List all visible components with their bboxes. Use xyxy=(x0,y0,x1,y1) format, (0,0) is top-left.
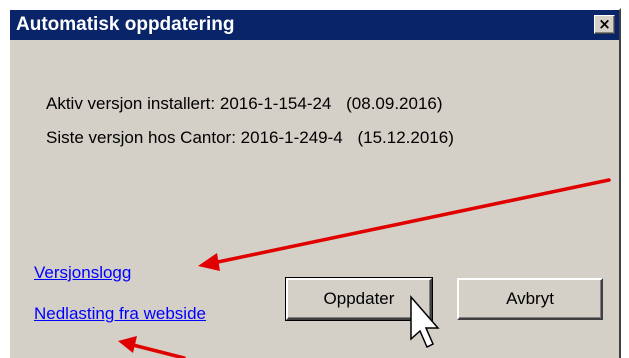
installed-version-line: Aktiv versjon installert: 2016-1-154-24 … xyxy=(46,94,443,114)
latest-version-date: (15.12.2016) xyxy=(357,128,454,147)
version-log-link[interactable]: Versjonslogg xyxy=(34,263,131,283)
installed-version-label: Aktiv versjon installert: xyxy=(46,94,216,113)
installed-version-value: 2016-1-154-24 xyxy=(219,94,332,113)
update-button[interactable]: Oppdater xyxy=(285,277,433,321)
update-dialog: Automatisk oppdatering × Aktiv versjon i… xyxy=(8,8,621,358)
window-title: Automatisk oppdatering xyxy=(16,14,235,35)
installed-version-date: (08.09.2016) xyxy=(346,94,443,113)
download-webpage-link[interactable]: Nedlasting fra webside xyxy=(34,304,206,324)
close-icon: × xyxy=(598,15,611,33)
cancel-button[interactable]: Avbryt xyxy=(457,278,603,320)
latest-version-line: Siste versjon hos Cantor: 2016-1-249-4 (… xyxy=(46,128,454,148)
latest-version-label: Siste versjon hos Cantor: xyxy=(46,128,236,147)
close-button[interactable]: × xyxy=(594,15,615,34)
latest-version-value: 2016-1-249-4 xyxy=(240,128,343,147)
title-bar[interactable]: Automatisk oppdatering × xyxy=(10,10,619,40)
